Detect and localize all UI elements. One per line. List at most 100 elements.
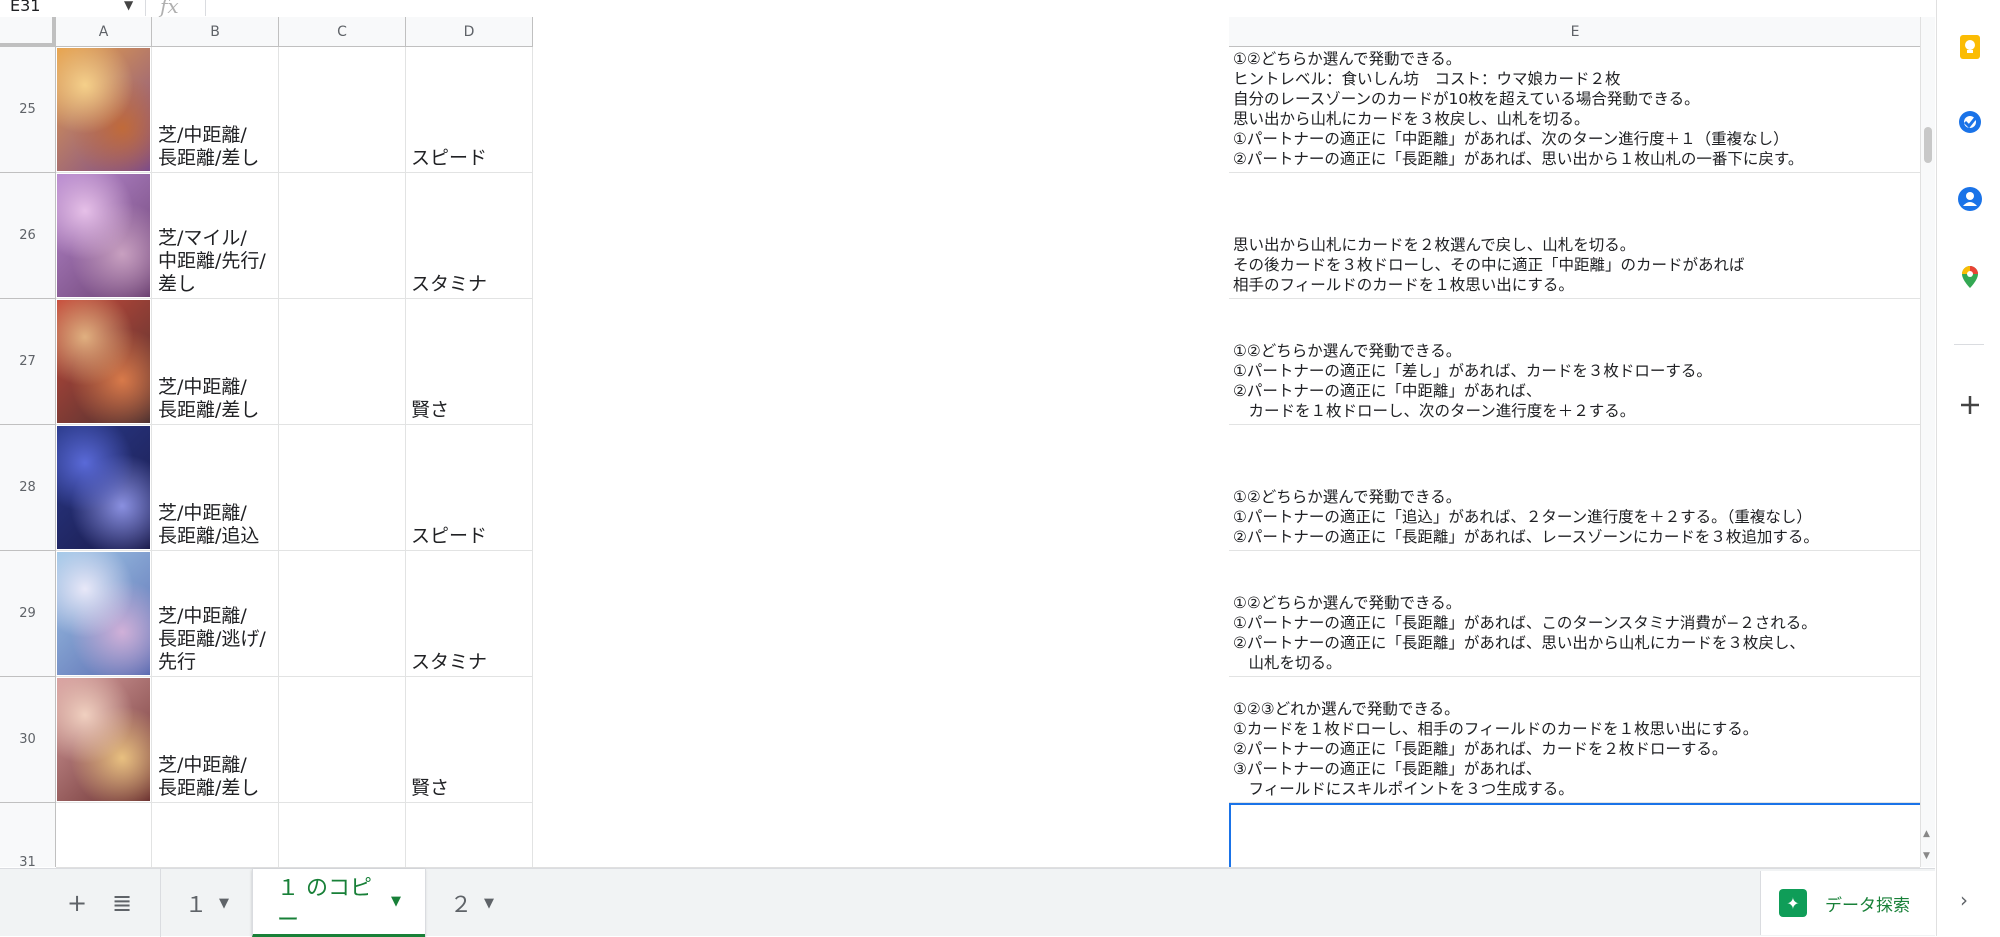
column-header-a[interactable]: A	[56, 17, 152, 47]
cell-a[interactable]	[56, 551, 152, 677]
cell-e[interactable]: ①②どちらか選んで発動できる。 ヒントレベル：食いしん坊 コスト：ウマ娘カード２枚…	[1229, 47, 1920, 173]
select-all-corner[interactable]	[0, 17, 56, 47]
sheet-tab[interactable]: １ のコピー ▼	[252, 869, 425, 937]
cell-e[interactable]: ①②どちらか選んで発動できる。 ①パートナーの適正に「差し」があれば、カードを３枚…	[1229, 299, 1920, 425]
scroll-up-icon[interactable]: ▲	[1923, 829, 1930, 839]
scrollbar-thumb[interactable]	[1924, 127, 1932, 163]
cell-b[interactable]: 芝/中距離/長距離/差し	[152, 47, 279, 173]
cell-d[interactable]: 賢さ	[406, 677, 533, 803]
cell-c[interactable]	[279, 173, 406, 299]
divider	[205, 0, 206, 16]
explore-button[interactable]: ✦ データ探索	[1760, 871, 1936, 935]
cell-e-line: ③パートナーの適正に「長距離」があれば、	[1233, 760, 1542, 778]
cell-c[interactable]	[279, 425, 406, 551]
cell-c[interactable]	[279, 803, 406, 867]
explore-label: データ探索	[1825, 895, 1910, 916]
cell-e-line: ①パートナーの適正に「長距離」があれば、このターンスタミナ消費が−２される。	[1233, 614, 1817, 632]
cell-e-line: ②パートナーの適正に「中距離」があれば、	[1233, 382, 1542, 400]
cell-e-line: 相手のフィールドのカードを１枚思い出にする。	[1233, 276, 1574, 294]
character-card-image	[57, 426, 150, 549]
cell-d[interactable]: スピード	[406, 425, 533, 551]
cell-b-line: 芝/中距離/	[158, 376, 247, 398]
cell-c[interactable]	[279, 47, 406, 173]
cell-c[interactable]	[279, 677, 406, 803]
column-header-c[interactable]: C	[279, 17, 406, 47]
cell-d[interactable]: スタミナ	[406, 551, 533, 677]
row-header[interactable]: 29	[0, 551, 56, 677]
vertical-scrollbar[interactable]: ▲ ▼	[1920, 17, 1935, 867]
sheet-tab-bar: + ≣ １ ▼ １ のコピー ▼ ２ ▼ ✦ データ探索	[0, 868, 1936, 937]
cell-e[interactable]: ①②どちらか選んで発動できる。 ①パートナーの適正に「長距離」があれば、このターン…	[1229, 551, 1920, 677]
cell-e-line: ①パートナーの適正に「追込」があれば、２ターン進行度を＋２する。（重複なし）	[1233, 508, 1812, 526]
cell-b-text: 芝/中距離/長距離/追込	[158, 502, 272, 550]
cell-a[interactable]	[56, 803, 152, 867]
chevron-down-icon[interactable]: ▼	[484, 896, 494, 911]
cell-e-line: ②パートナーの適正に「長距離」があれば、思い出から山札にカードを３枚戻し、	[1233, 634, 1805, 652]
cell-b[interactable]	[152, 803, 279, 867]
cell-b[interactable]: 芝/中距離/長距離/差し	[152, 677, 279, 803]
cell-b-line: 長距離/差し	[158, 777, 260, 799]
cell-e-line: 思い出から山札にカードを３枚戻し、山札を切る。	[1233, 110, 1590, 128]
cell-b[interactable]: 芝/中距離/長距離/逃げ/先行	[152, 551, 279, 677]
cell-b[interactable]: 芝/マイル/中距離/先行/差し	[152, 173, 279, 299]
cell-e-line: 自分のレースゾーンのカードが10枚を超えている場合発動できる。	[1233, 90, 1700, 108]
chevron-down-icon[interactable]: ▼	[391, 894, 401, 909]
cell-b-line: 長距離/追込	[158, 525, 260, 547]
cell-b[interactable]: 芝/中距離/長距離/追込	[152, 425, 279, 551]
column-header-b[interactable]: B	[152, 17, 279, 47]
cell-e[interactable]: ①②どちらか選んで発動できる。 ①パートナーの適正に「追込」があれば、２ターン進行…	[1229, 425, 1920, 551]
cell-b[interactable]: 芝/中距離/長距離/差し	[152, 299, 279, 425]
row-header[interactable]: 27	[0, 299, 56, 425]
cell-d[interactable]: 賢さ	[406, 299, 533, 425]
cell-d[interactable]	[406, 803, 533, 867]
cell-b-line: 長距離/逃げ/	[158, 628, 266, 650]
expand-side-panel-icon[interactable]: ›	[1960, 888, 1968, 912]
character-card-image	[57, 174, 150, 297]
row-header[interactable]: 25	[0, 47, 56, 173]
cell-e[interactable]: 思い出から山札にカードを２枚選んで戻し、山札を切る。 その後カードを３枚ドローし、…	[1229, 173, 1920, 299]
cell-d-text: 賢さ	[411, 399, 450, 421]
cell-a[interactable]	[56, 299, 152, 425]
tasks-icon[interactable]	[1957, 109, 1983, 135]
contacts-icon[interactable]	[1957, 186, 1983, 212]
cell-b-line: 芝/中距離/	[158, 605, 247, 627]
cell-c[interactable]	[279, 299, 406, 425]
cell-a[interactable]	[56, 47, 152, 173]
cell-e-text: ①②どちらか選んで発動できる。 ヒントレベル：食いしん坊 コスト：ウマ娘カード２枚…	[1233, 49, 1917, 172]
cell-a[interactable]	[56, 173, 152, 299]
cell-e-line: その後カードを３枚ドローし、その中に適正「中距離」のカードがあれば	[1233, 256, 1745, 274]
cell-a[interactable]	[56, 425, 152, 551]
cell-d-text: スタミナ	[411, 651, 488, 673]
cell-e-text: ①②③どれか選んで発動できる。 ①カードを１枚ドローし、相手のフィールドのカードを…	[1233, 699, 1917, 802]
scroll-down-icon[interactable]: ▼	[1923, 851, 1930, 861]
name-box-dropdown-icon[interactable]: ▼	[124, 0, 133, 12]
cell-b-text: 芝/マイル/中距離/先行/差し	[158, 227, 272, 298]
row-header[interactable]: 31	[0, 803, 56, 867]
all-sheets-icon[interactable]: ≣	[107, 889, 137, 917]
cell-c[interactable]	[279, 551, 406, 677]
cell-e[interactable]: ①②③どれか選んで発動できる。 ①カードを１枚ドローし、相手のフィールドのカードを…	[1229, 677, 1920, 803]
sheet-tab[interactable]: ２ ▼	[425, 869, 512, 937]
add-sheet-icon[interactable]: +	[62, 889, 92, 917]
row-header[interactable]: 30	[0, 677, 56, 803]
spreadsheet-grid[interactable]: A B C D E 25 芝/中距離/長距離/差し スピード ①②どちらか選んで発動できる。 ヒン…	[0, 17, 1920, 867]
sheet-tab-label: １	[185, 893, 208, 918]
sheet-tab-label: ２	[450, 893, 473, 918]
row-header[interactable]: 26	[0, 173, 56, 299]
cell-a[interactable]	[56, 677, 152, 803]
chevron-down-icon[interactable]: ▼	[219, 896, 229, 911]
name-box[interactable]: E31	[10, 0, 40, 15]
column-header-d[interactable]: D	[406, 17, 533, 47]
cell-d[interactable]: スタミナ	[406, 173, 533, 299]
cell-e-text: ①②どちらか選んで発動できる。 ①パートナーの適正に「追込」があれば、２ターン進行…	[1233, 487, 1917, 550]
row-header[interactable]: 28	[0, 425, 56, 551]
sheet-tab[interactable]: １ ▼	[160, 869, 252, 937]
add-icon[interactable]	[1957, 392, 1983, 418]
cell-e-text: 思い出から山札にカードを２枚選んで戻し、山札を切る。 その後カードを３枚ドローし、…	[1233, 235, 1917, 298]
cell-d[interactable]: スピード	[406, 47, 533, 173]
maps-icon[interactable]	[1957, 264, 1983, 290]
keep-icon[interactable]	[1957, 34, 1983, 60]
active-cell-selection[interactable]	[1229, 803, 1920, 867]
column-header-e[interactable]: E	[1229, 17, 1920, 47]
cell-d-text: スタミナ	[411, 273, 488, 295]
